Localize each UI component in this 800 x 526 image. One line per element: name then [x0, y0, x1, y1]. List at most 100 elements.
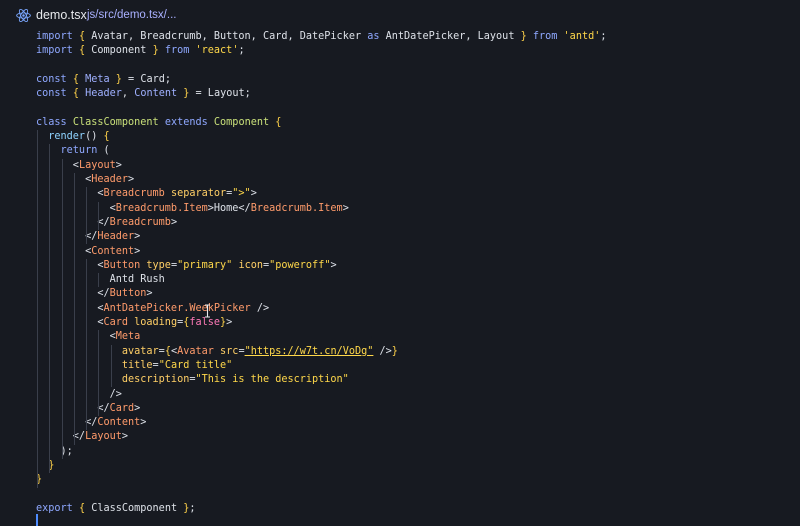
react-icon	[16, 8, 31, 23]
indent-guide	[98, 330, 100, 417]
code-token: from	[158, 45, 196, 57]
code-token: const	[36, 73, 73, 85]
code-token: <	[36, 188, 104, 200]
code-token: (	[103, 145, 110, 157]
code-token: type	[146, 259, 171, 271]
tab-file-path[interactable]: js/src/demo.tsx/...	[87, 9, 176, 21]
code-token: class	[36, 116, 73, 128]
code-token: Component	[91, 45, 153, 57]
code-token: Content	[134, 88, 178, 100]
code-token: import	[36, 31, 79, 42]
code-line: <Content>	[36, 245, 140, 259]
code-token: export	[36, 502, 79, 514]
code-line: }	[36, 459, 54, 473]
code-token: title	[36, 359, 153, 371]
code-token: }	[391, 345, 398, 357]
code-token: "poweroff"	[269, 259, 331, 271]
code-token: false	[189, 317, 221, 328]
editor-tab-bar: demo.tsx js/src/demo.tsx/...	[0, 0, 800, 30]
code-token: >	[115, 159, 122, 171]
code-token: ;	[600, 31, 607, 42]
code-token: Button	[103, 259, 147, 271]
code-token: >	[134, 402, 141, 414]
code-token: {	[78, 502, 92, 514]
code-token: >	[140, 417, 147, 429]
code-token: );	[36, 445, 73, 457]
code-token: Breadcrumb.Item	[250, 202, 343, 214]
ibeam-cursor-icon	[205, 304, 210, 318]
code-token: Breadcrumb.Item	[115, 202, 208, 214]
code-token: {	[103, 131, 110, 143]
code-token: >	[134, 231, 141, 243]
code-token: render	[36, 131, 86, 143]
code-token: ClassComponent	[72, 116, 165, 128]
code-token: <	[36, 331, 116, 343]
code-token: Header	[85, 88, 122, 100]
indent-guide	[110, 344, 112, 388]
code-token: return	[36, 145, 104, 157]
text-cursor	[36, 514, 38, 526]
code-token: "Card title"	[158, 359, 233, 371]
code-token: Breadcrumb	[103, 188, 171, 200]
code-token: >	[121, 431, 129, 443]
code-line: );	[36, 445, 73, 459]
code-line: Antd Rush	[36, 273, 165, 287]
code-token: }	[36, 460, 55, 471]
code-line: <Card loading={false}>	[36, 316, 232, 330]
code-token: {	[72, 88, 86, 100]
code-token: 'antd'	[563, 31, 601, 42]
code-token: loading	[134, 317, 178, 328]
code-token: >	[250, 188, 257, 200]
code-token: >	[128, 174, 135, 185]
indent-guide	[86, 258, 88, 431]
code-token: extends	[164, 116, 214, 128]
indent-guide	[61, 158, 63, 459]
code-token: ,	[121, 88, 135, 100]
code-line: avatar={<Avatar src="https://w7t.cn/VoDg…	[36, 345, 398, 359]
code-token: Avatar	[177, 345, 221, 357]
code-token: Layout	[78, 159, 116, 171]
code-token: Content	[97, 417, 141, 429]
code-token: = Card;	[121, 73, 171, 85]
code-token: Meta	[115, 331, 141, 343]
code-token: />	[373, 345, 392, 357]
code-line: import { Avatar, Breadcrumb, Button, Car…	[36, 30, 607, 44]
code-token: import	[36, 45, 79, 57]
code-token: ;	[189, 502, 196, 514]
code-token: AntDatePicker, Layout	[379, 31, 521, 42]
code-token: Breadcrumb	[109, 216, 171, 228]
code-line: <AntDatePicker.WeekPicker />	[36, 302, 269, 316]
code-token: Header	[97, 231, 135, 243]
code-token: ()	[85, 131, 104, 143]
code-token: <	[36, 259, 104, 271]
code-token: ;	[238, 45, 245, 57]
code-token: as	[367, 31, 380, 42]
code-token: {	[275, 116, 282, 128]
code-token: Card	[103, 317, 135, 328]
code-token: Button	[109, 288, 147, 300]
code-line: <Breadcrumb.Item>Home</Breadcrumb.Item>	[36, 202, 349, 216]
code-token: >	[134, 245, 141, 257]
code-token: Antd Rush	[36, 274, 165, 286]
code-line: description="This is the description"	[36, 373, 349, 387]
code-line: render() {	[36, 130, 110, 144]
code-token: <	[36, 202, 116, 214]
code-token: icon	[238, 259, 263, 271]
code-line: <Header>	[36, 173, 134, 187]
indent-guide	[86, 187, 88, 245]
code-token: from	[526, 31, 564, 42]
code-line: const { Meta } = Card;	[36, 73, 171, 87]
code-token: Component	[213, 116, 276, 128]
code-token: separator	[170, 188, 227, 200]
code-token: >Home</	[207, 202, 251, 214]
code-token: </	[36, 417, 98, 429]
indent-guide	[37, 130, 38, 488]
tab-file-name[interactable]: demo.tsx	[36, 8, 87, 22]
code-line: class ClassComponent extends Component {	[36, 116, 281, 130]
code-token: AntDatePicker.WeekPicker	[103, 302, 257, 314]
code-token: </	[36, 231, 98, 243]
code-token: >	[146, 288, 153, 300]
code-token: >	[342, 202, 349, 214]
code-token: <	[36, 317, 104, 328]
code-token: {	[78, 31, 92, 42]
